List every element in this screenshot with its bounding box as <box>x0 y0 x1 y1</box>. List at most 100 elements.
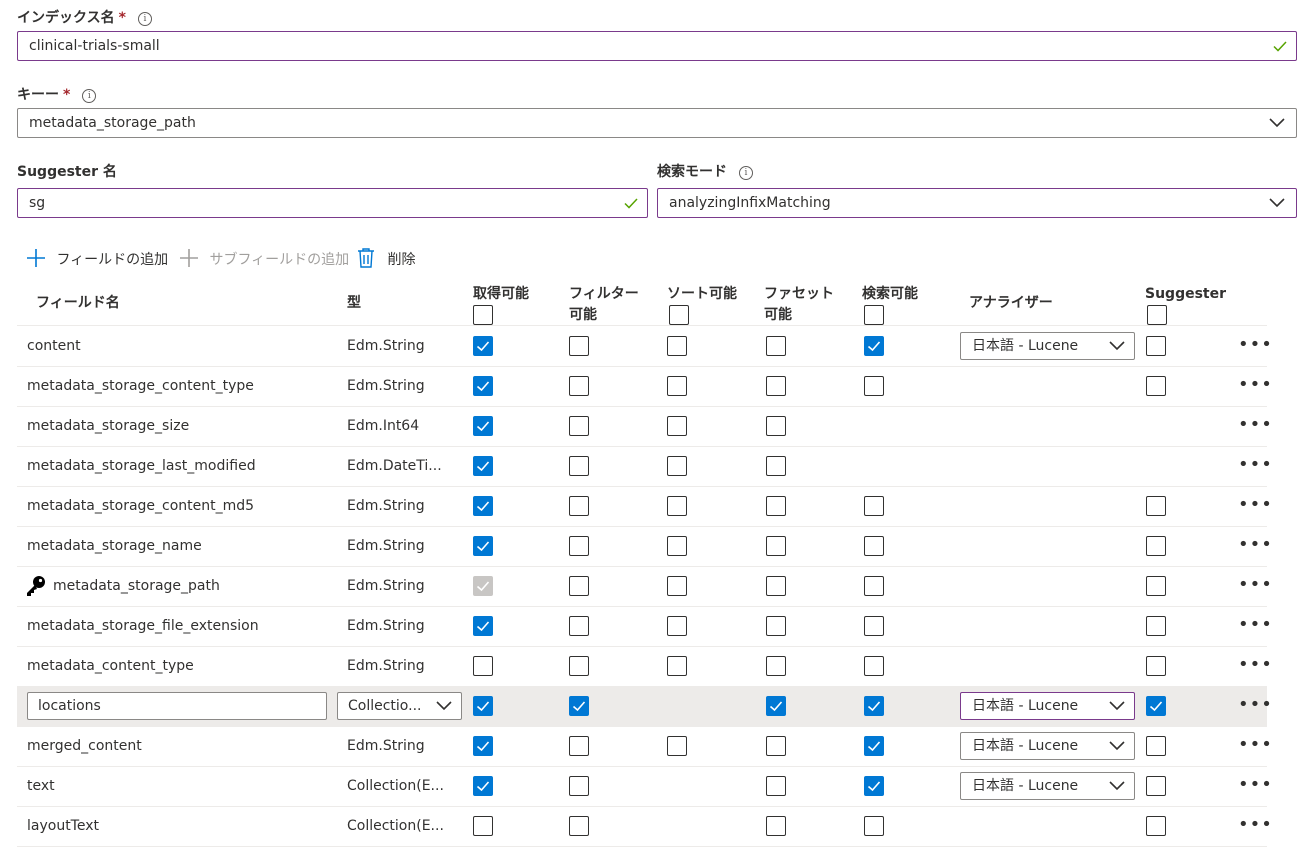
table-row[interactable]: metadata_storage_size Edm.Int64 ••• <box>17 406 1272 447</box>
suggester-checkbox[interactable] <box>1146 536 1166 556</box>
retrievable-checkbox[interactable] <box>473 616 493 636</box>
more-options-icon[interactable]: ••• <box>1238 816 1272 840</box>
filterable-checkbox[interactable] <box>569 696 589 716</box>
retrievable-checkbox[interactable] <box>473 656 493 676</box>
table-row[interactable]: metadata_storage_content_md5 Edm.String ••… <box>17 486 1272 527</box>
searchable-checkbox[interactable] <box>864 656 884 676</box>
filterable-checkbox[interactable] <box>569 656 589 676</box>
facetable-checkbox[interactable] <box>766 616 786 636</box>
search-mode-dropdown[interactable]: analyzingInfixMatching <box>657 188 1297 218</box>
sortable-checkbox[interactable] <box>667 336 687 356</box>
searchable-checkbox[interactable] <box>864 776 884 796</box>
facetable-checkbox[interactable] <box>766 816 786 836</box>
analyzer-dropdown[interactable]: 日本語 - Lucene <box>960 332 1135 360</box>
delete-button[interactable]: 削除 <box>357 248 415 272</box>
table-row[interactable]: merged_content Edm.String 日本語 - Lucene ••• <box>17 726 1272 767</box>
table-row[interactable]: metadata_content_type Edm.String ••• <box>17 646 1272 687</box>
add-field-button[interactable]: フィールドの追加 <box>26 248 168 272</box>
filterable-checkbox[interactable] <box>569 336 589 356</box>
field-name-input[interactable]: locations <box>27 692 327 720</box>
table-row[interactable]: metadata_storage_content_type Edm.String •… <box>17 366 1272 407</box>
table-row[interactable]: text Collection(E... 日本語 - Lucene ••• <box>17 766 1272 807</box>
filterable-checkbox[interactable] <box>569 376 589 396</box>
filterable-checkbox[interactable] <box>569 456 589 476</box>
select-all-searchable-checkbox[interactable] <box>864 305 884 325</box>
facetable-checkbox[interactable] <box>766 536 786 556</box>
more-options-icon[interactable]: ••• <box>1238 736 1272 760</box>
retrievable-checkbox[interactable] <box>473 736 493 756</box>
suggester-name-input[interactable]: sg <box>17 188 648 218</box>
table-row[interactable]: locations Collectio... 日本語 - Lucene ••• <box>17 686 1272 727</box>
sortable-checkbox[interactable] <box>667 576 687 596</box>
retrievable-checkbox[interactable] <box>473 336 493 356</box>
table-row[interactable]: metadata_storage_file_extension Edm.Strin… <box>17 606 1272 647</box>
retrievable-checkbox[interactable] <box>473 816 493 836</box>
more-options-icon[interactable]: ••• <box>1238 336 1272 360</box>
searchable-checkbox[interactable] <box>864 496 884 516</box>
info-icon[interactable]: i <box>739 166 753 180</box>
filterable-checkbox[interactable] <box>569 616 589 636</box>
table-row[interactable]: layoutText Collection(E... ••• <box>17 806 1272 847</box>
more-options-icon[interactable]: ••• <box>1238 656 1272 680</box>
filterable-checkbox[interactable] <box>569 536 589 556</box>
key-dropdown[interactable]: metadata_storage_path <box>17 108 1297 138</box>
table-row[interactable]: metadata_storage_last_modified Edm.DateTi… <box>17 446 1272 487</box>
more-options-icon[interactable]: ••• <box>1238 576 1272 600</box>
facetable-checkbox[interactable] <box>766 336 786 356</box>
index-name-input[interactable]: clinical-trials-small <box>17 31 1297 61</box>
facetable-checkbox[interactable] <box>766 456 786 476</box>
facetable-checkbox[interactable] <box>766 576 786 596</box>
retrievable-checkbox[interactable] <box>473 416 493 436</box>
table-row[interactable]: metadata_storage_path Edm.String ••• <box>17 566 1272 607</box>
facetable-checkbox[interactable] <box>766 656 786 676</box>
retrievable-checkbox[interactable] <box>473 696 493 716</box>
sortable-checkbox[interactable] <box>667 656 687 676</box>
facetable-checkbox[interactable] <box>766 376 786 396</box>
filterable-checkbox[interactable] <box>569 416 589 436</box>
filterable-checkbox[interactable] <box>569 816 589 836</box>
more-options-icon[interactable]: ••• <box>1238 416 1272 440</box>
searchable-checkbox[interactable] <box>864 576 884 596</box>
retrievable-checkbox[interactable] <box>473 496 493 516</box>
retrievable-checkbox[interactable] <box>473 536 493 556</box>
more-options-icon[interactable]: ••• <box>1238 616 1272 640</box>
suggester-checkbox[interactable] <box>1146 336 1166 356</box>
searchable-checkbox[interactable] <box>864 736 884 756</box>
searchable-checkbox[interactable] <box>864 376 884 396</box>
add-subfield-button[interactable]: サブフィールドの追加 <box>179 248 349 272</box>
sortable-checkbox[interactable] <box>667 376 687 396</box>
more-options-icon[interactable]: ••• <box>1238 456 1272 480</box>
filterable-checkbox[interactable] <box>569 776 589 796</box>
searchable-checkbox[interactable] <box>864 536 884 556</box>
table-row[interactable]: content Edm.String 日本語 - Lucene ••• <box>17 326 1272 367</box>
searchable-checkbox[interactable] <box>864 616 884 636</box>
sortable-checkbox[interactable] <box>667 616 687 636</box>
more-options-icon[interactable]: ••• <box>1238 776 1272 800</box>
suggester-checkbox[interactable] <box>1146 656 1166 676</box>
select-all-sortable-checkbox[interactable] <box>669 305 689 325</box>
sortable-checkbox[interactable] <box>667 416 687 436</box>
sortable-checkbox[interactable] <box>667 736 687 756</box>
info-icon[interactable]: i <box>82 89 97 103</box>
suggester-checkbox[interactable] <box>1146 776 1166 796</box>
filterable-checkbox[interactable] <box>569 736 589 756</box>
suggester-checkbox[interactable] <box>1146 616 1166 636</box>
retrievable-checkbox[interactable] <box>473 456 493 476</box>
facetable-checkbox[interactable] <box>766 776 786 796</box>
sortable-checkbox[interactable] <box>667 496 687 516</box>
suggester-checkbox[interactable] <box>1146 376 1166 396</box>
more-options-icon[interactable]: ••• <box>1238 496 1272 520</box>
suggester-checkbox[interactable] <box>1146 576 1166 596</box>
sortable-checkbox[interactable] <box>667 456 687 476</box>
facetable-checkbox[interactable] <box>766 696 786 716</box>
select-all-suggester-checkbox[interactable] <box>1147 305 1167 325</box>
analyzer-dropdown[interactable]: 日本語 - Lucene <box>960 692 1135 720</box>
analyzer-dropdown[interactable]: 日本語 - Lucene <box>960 772 1135 800</box>
filterable-checkbox[interactable] <box>569 496 589 516</box>
facetable-checkbox[interactable] <box>766 736 786 756</box>
retrievable-checkbox[interactable] <box>473 376 493 396</box>
suggester-checkbox[interactable] <box>1146 696 1166 716</box>
analyzer-dropdown[interactable]: 日本語 - Lucene <box>960 732 1135 760</box>
sortable-checkbox[interactable] <box>667 536 687 556</box>
filterable-checkbox[interactable] <box>569 576 589 596</box>
